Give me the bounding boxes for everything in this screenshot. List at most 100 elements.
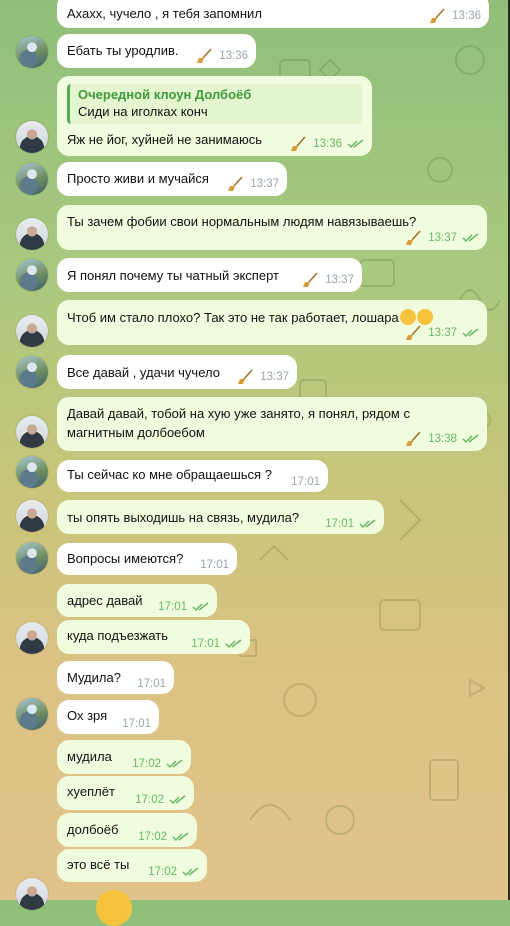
broom-icon xyxy=(406,230,421,245)
message-time: 17:01 xyxy=(191,638,220,650)
message-time: 13:37 xyxy=(325,274,354,286)
double-check-icon xyxy=(462,328,479,338)
message-meta: 13:37 xyxy=(237,369,289,385)
double-check-icon xyxy=(166,759,183,769)
avatar[interactable] xyxy=(16,456,48,488)
message-meta: 13:37 xyxy=(405,230,479,246)
double-check-icon xyxy=(359,519,376,529)
broom-icon xyxy=(197,48,212,63)
message-bubble[interactable]: Просто живи и мучайся 13:37 xyxy=(57,162,287,196)
message-meta: 17:01 xyxy=(200,559,229,571)
broom-icon xyxy=(291,136,306,151)
message-bubble[interactable]: адрес давай 17:01 xyxy=(57,584,217,617)
message-bubble[interactable]: Чтоб им стало плохо? Так это не так рабо… xyxy=(57,300,487,345)
avatar[interactable] xyxy=(16,698,48,730)
message-time: 13:38 xyxy=(428,433,457,445)
message-text: хуеплёт xyxy=(67,784,115,799)
message-time: 17:02 xyxy=(132,758,161,770)
avatar[interactable] xyxy=(16,163,48,195)
avatar[interactable] xyxy=(16,315,48,347)
avatar[interactable] xyxy=(16,121,48,153)
message-bubble[interactable]: Мудила? 17:01 xyxy=(57,661,174,694)
reply-quote[interactable]: Очередной клоун Долбоёб Сиди на иголках … xyxy=(67,84,362,124)
message-bubble[interactable]: ты опять выходишь на связь, мудила? 17:0… xyxy=(57,500,384,534)
broom-icon xyxy=(406,325,421,340)
laughing-emoji-icon xyxy=(399,309,416,325)
message-text: Просто живи и мучайся xyxy=(67,171,209,186)
broom-icon xyxy=(430,8,445,23)
message-text: Ты зачем фобии свои нормальным людям нав… xyxy=(67,214,417,229)
message-time: 13:37 xyxy=(428,232,457,244)
broom-icon xyxy=(303,272,318,287)
message-meta: 13:37 xyxy=(227,176,279,192)
avatar[interactable] xyxy=(16,356,48,388)
message-text: Все давай , удачи чучело xyxy=(67,365,220,380)
message-meta: 13:37 xyxy=(302,272,354,288)
avatar[interactable] xyxy=(16,500,48,532)
broom-icon xyxy=(238,369,253,384)
message-time: 17:01 xyxy=(158,601,187,613)
message-bubble[interactable]: Вопросы имеются? 17:01 xyxy=(57,543,237,575)
double-check-icon xyxy=(182,867,199,877)
double-check-icon xyxy=(192,602,209,612)
message-bubble[interactable]: Ох зря 17:01 xyxy=(57,700,159,734)
double-check-icon xyxy=(225,639,242,649)
message-text: Ахахх, чучело , я тебя запомнил xyxy=(67,6,262,21)
message-meta: 13:38 xyxy=(405,431,479,447)
avatar[interactable] xyxy=(16,878,48,910)
message-meta: 17:01 xyxy=(325,518,376,530)
message-meta: 17:01 xyxy=(158,601,209,613)
message-time: 13:36 xyxy=(452,10,481,22)
message-meta: 13:36 xyxy=(429,8,481,24)
message-time: 17:02 xyxy=(148,866,177,878)
message-meta: 13:36 xyxy=(290,136,364,152)
message-time: 13:37 xyxy=(260,371,289,383)
message-meta: 13:37 xyxy=(405,325,479,341)
reply-text: Сиди на иголках конч xyxy=(78,104,208,119)
message-text: Я понял почему ты чатный эксперт xyxy=(67,268,279,283)
message-bubble[interactable]: Ты сейчас ко мне обращаешься ? 17:01 xyxy=(57,460,328,492)
message-meta: 17:02 xyxy=(135,794,186,806)
message-text: Ты сейчас ко мне обращаешься ? xyxy=(67,467,272,482)
message-meta: 17:02 xyxy=(148,866,199,878)
message-bubble[interactable]: Давай давай, тобой на хую уже занято, я … xyxy=(57,397,487,451)
message-bubble[interactable]: Ебать ты уродлив. 13:36 xyxy=(57,34,256,68)
message-bubble[interactable]: Все давай , удачи чучело 13:37 xyxy=(57,355,297,389)
message-text: Давай давай, тобой на хую уже занято, я … xyxy=(67,406,410,421)
avatar[interactable] xyxy=(16,622,48,654)
message-text: долбоёб xyxy=(67,822,119,837)
message-text-body: Чтоб им стало плохо? Так это не так рабо… xyxy=(67,310,399,325)
message-bubble[interactable]: хуеплёт 17:02 xyxy=(57,776,194,810)
double-check-icon xyxy=(169,795,186,805)
avatar[interactable] xyxy=(16,542,48,574)
message-text: Мудила? xyxy=(67,670,121,685)
message-meta: 13:36 xyxy=(196,48,248,64)
message-bubble[interactable]: долбоёб 17:02 xyxy=(57,813,197,847)
message-text: Вопросы имеются? xyxy=(67,551,184,566)
reply-author: Очередной клоун Долбоёб xyxy=(78,87,252,102)
double-check-icon xyxy=(172,832,189,842)
message-bubble[interactable]: Очередной клоун Долбоёб Сиди на иголках … xyxy=(57,76,372,156)
avatar[interactable] xyxy=(16,218,48,250)
avatar[interactable] xyxy=(16,416,48,448)
message-text: куда подъезжать xyxy=(67,628,169,643)
message-text: адрес давай xyxy=(67,593,143,608)
message-text: мудила xyxy=(67,749,112,764)
avatar[interactable] xyxy=(16,36,48,68)
avatar[interactable] xyxy=(16,259,48,291)
broom-icon xyxy=(228,176,243,191)
message-time: 17:01 xyxy=(325,518,354,530)
message-bubble[interactable]: куда подъезжать 17:01 xyxy=(57,620,250,654)
message-time: 17:02 xyxy=(135,794,164,806)
message-bubble[interactable]: Ахахх, чучело , я тебя запомнил 13:36 xyxy=(57,0,489,28)
message-bubble[interactable]: мудила 17:02 xyxy=(57,740,191,774)
message-bubble[interactable]: Ты зачем фобии свои нормальным людям нав… xyxy=(57,205,487,250)
message-bubble[interactable]: Я понял почему ты чатный эксперт 13:37 xyxy=(57,258,362,292)
message-time: 17:02 xyxy=(138,831,167,843)
message-meta: 17:01 xyxy=(291,476,320,488)
message-meta: 17:01 xyxy=(191,638,242,650)
broom-icon xyxy=(406,431,421,446)
emoji-sticker-icon[interactable] xyxy=(96,890,132,926)
message-bubble[interactable]: это всё ты 17:02 xyxy=(57,849,207,882)
message-time: 13:36 xyxy=(313,138,342,150)
